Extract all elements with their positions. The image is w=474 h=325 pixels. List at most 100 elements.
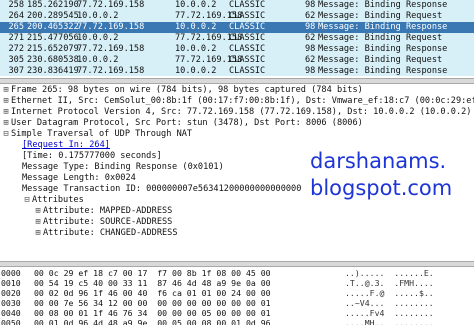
packet-proto-cell: CLASSIC [229,22,266,32]
watermark-line-2: blogspot.com [310,176,453,200]
packet-no-cell: 272 [8,44,24,54]
packet-time-cell: 200.465322 [27,22,79,32]
tree-node[interactable]: ⊞ Frame 265: 98 bytes on wire (784 bits),… [0,85,474,96]
packet-time-cell: 230.680538 [27,55,79,65]
hex-ascii: .....F.@ .....$.. [345,288,434,298]
packet-src-cell: 10.0.0.2 [77,33,119,43]
tree-node[interactable]: ⊟ Simple Traversal of UDP Through NAT [0,129,474,140]
hex-bytes: 00 00 7e 56 34 12 00 00 00 00 00 00 00 0… [34,298,271,308]
tree-node[interactable]: ⊞ Internet Protocol Version 4, Src: 77.72… [0,107,474,118]
tree-node[interactable]: ⊞ Attribute: SOURCE-ADDRESS [0,217,474,228]
packet-info-cell: Message: Binding Response [318,44,448,54]
hex-ascii: .T..@.3. .FMH.... [345,278,434,288]
packet-no-cell: 258 [8,0,24,10]
packet-info-cell: Message: Binding Response [318,66,448,76]
collapse-icon[interactable]: ⊟ [22,195,32,206]
packet-no-cell: 264 [8,11,24,21]
packet-dst-cell: 10.0.0.2 [175,0,217,10]
packet-src-cell: 77.72.169.158 [77,44,145,54]
tree-node[interactable]: ⊞ Attribute: CHANGED-ADDRESS [0,228,474,239]
hex-row[interactable]: 0010 00 54 19 c5 40 00 33 11 87 46 4d 48 … [0,278,474,288]
request-in-link[interactable]: [Request In: 264] [22,140,110,150]
hex-row[interactable]: 0030 00 00 7e 56 34 12 00 00 00 00 00 00 … [0,298,474,308]
hex-ascii: ..)..... ......E. [345,268,434,278]
tree-node-label: Simple Traversal of UDP Through NAT [11,129,193,139]
hex-bytes: 00 0c 29 ef 18 c7 00 17 f7 00 8b 1f 08 0… [34,268,271,278]
packet-no-cell: 265 [8,22,24,32]
hex-bytes: 00 54 19 c5 40 00 33 11 87 46 4d 48 a9 9… [34,278,271,288]
packet-src-cell: 77.72.169.158 [77,22,145,32]
tree-node[interactable]: ⊞ Attribute: MAPPED-ADDRESS [0,206,474,217]
packet-row[interactable]: 307 230.836419 77.72.169.158 10.0.0.2 CLASSI… [0,66,474,76]
packet-no-cell: 271 [8,33,24,43]
packet-src-cell: 77.72.169.158 [77,0,145,10]
pane-splitter-bottom[interactable] [0,261,474,267]
packet-src-cell: 77.72.169.158 [77,66,145,76]
packet-time-cell: 185.262190 [27,0,79,10]
expand-icon[interactable]: ⊞ [33,206,43,217]
packet-bytes-hexdump[interactable]: 0000 00 0c 29 ef 18 c7 00 17 f7 00 8b 1f … [0,268,474,325]
packet-no-cell: 305 [8,55,24,65]
hex-ascii: ....MH.. ........ [345,318,434,325]
expand-icon[interactable]: ⊞ [33,217,43,228]
packet-row-selected[interactable]: 265 200.465322 77.72.169.158 10.0.0.2 CLASSI… [0,22,474,33]
packet-proto-cell: CLASSIC [229,0,266,10]
packet-proto-cell: CLASSIC [229,66,266,76]
watermark-text: darshanams. blogspot.com [310,148,452,202]
packet-len-cell: 98 [305,66,316,76]
packet-proto-cell: CLASSIC [229,11,266,21]
hex-row[interactable]: 0020 00 02 0d 96 1f 46 00 40 f6 ca 01 01 … [0,288,474,298]
hex-offset: 0000 [1,268,21,278]
expand-icon[interactable]: ⊞ [1,118,11,129]
hex-ascii: ..~V4... ........ [345,298,434,308]
tree-node-label: Internet Protocol Version 4, Src: 77.72.… [11,107,472,117]
expand-icon[interactable]: ⊞ [1,107,11,118]
packet-info-cell: Message: Binding Request [318,55,443,65]
hex-row[interactable]: 0050 00 01 0d 96 4d 48 a9 9e 00 05 00 08 … [0,318,474,325]
tree-node[interactable]: ⊞ User Datagram Protocol, Src Port: stun … [0,118,474,129]
packet-time-cell: 200.289545 [27,11,79,21]
tree-node-label: Message Transaction ID: 000000007e563412… [22,184,302,194]
hex-ascii: .....Fv4 ........ [345,308,434,318]
packet-list[interactable]: 258 185.262190 77.72.169.158 10.0.0.2 CLASSI… [0,0,474,76]
expand-icon[interactable]: ⊞ [1,85,11,96]
packet-time-cell: 215.477056 [27,33,79,43]
pane-splitter-top[interactable] [0,78,474,84]
tree-node[interactable]: ⊞ Ethernet II, Src: CemSolut_00:8b:1f (00… [0,96,474,107]
hex-bytes: 00 08 00 01 1f 46 76 34 00 00 00 05 00 0… [34,308,271,318]
hex-row[interactable]: 0000 00 0c 29 ef 18 c7 00 17 f7 00 8b 1f … [0,268,474,278]
tree-node-label: User Datagram Protocol, Src Port: stun (… [11,118,363,128]
packet-row[interactable]: 258 185.262190 77.72.169.158 10.0.0.2 CLASSI… [0,0,474,11]
expand-icon[interactable]: ⊞ [1,96,11,107]
packet-src-cell: 10.0.0.2 [77,11,119,21]
packet-proto-cell: CLASSIC [229,33,266,43]
packet-no-cell: 307 [8,66,24,76]
tree-node-label: Message Type: Binding Response (0x0101) [22,162,224,172]
hex-offset: 0040 [1,308,21,318]
packet-len-cell: 62 [305,33,316,43]
packet-len-cell: 98 [305,0,316,10]
packet-len-cell: 62 [305,55,316,65]
packet-dst-cell: 10.0.0.2 [175,44,217,54]
hex-row[interactable]: 0040 00 08 00 01 1f 46 76 34 00 00 00 05 … [0,308,474,318]
tree-node-label: Message Length: 0x0024 [22,173,136,183]
packet-len-cell: 62 [305,11,316,21]
expand-icon[interactable]: ⊞ [33,228,43,239]
packet-time-cell: 230.836419 [27,66,79,76]
tree-node-label: Frame 265: 98 bytes on wire (784 bits), … [11,85,363,95]
packet-info-cell: Message: Binding Response [318,22,448,32]
packet-row[interactable]: 264 200.289545 10.0.0.2 77.72.169.158 CLASSI… [0,11,474,22]
collapse-icon[interactable]: ⊟ [1,129,11,140]
tree-node-label: Attributes [32,195,84,205]
hex-offset: 0010 [1,278,21,288]
hex-offset: 0050 [1,318,21,325]
tree-node-label: Attribute: CHANGED-ADDRESS [43,228,178,238]
packet-proto-cell: CLASSIC [229,55,266,65]
packet-info-cell: Message: Binding Response [318,0,448,10]
packet-row[interactable]: 305 230.680538 10.0.0.2 77.72.169.158 CLASSI… [0,55,474,66]
packet-row[interactable]: 272 215.652079 77.72.169.158 10.0.0.2 CLASSI… [0,44,474,55]
hex-offset: 0020 [1,288,21,298]
packet-row[interactable]: 271 215.477056 10.0.0.2 77.72.169.158 CLASSI… [0,33,474,44]
tree-node-label: Attribute: MAPPED-ADDRESS [43,206,173,216]
packet-dst-cell: 10.0.0.2 [175,22,217,32]
